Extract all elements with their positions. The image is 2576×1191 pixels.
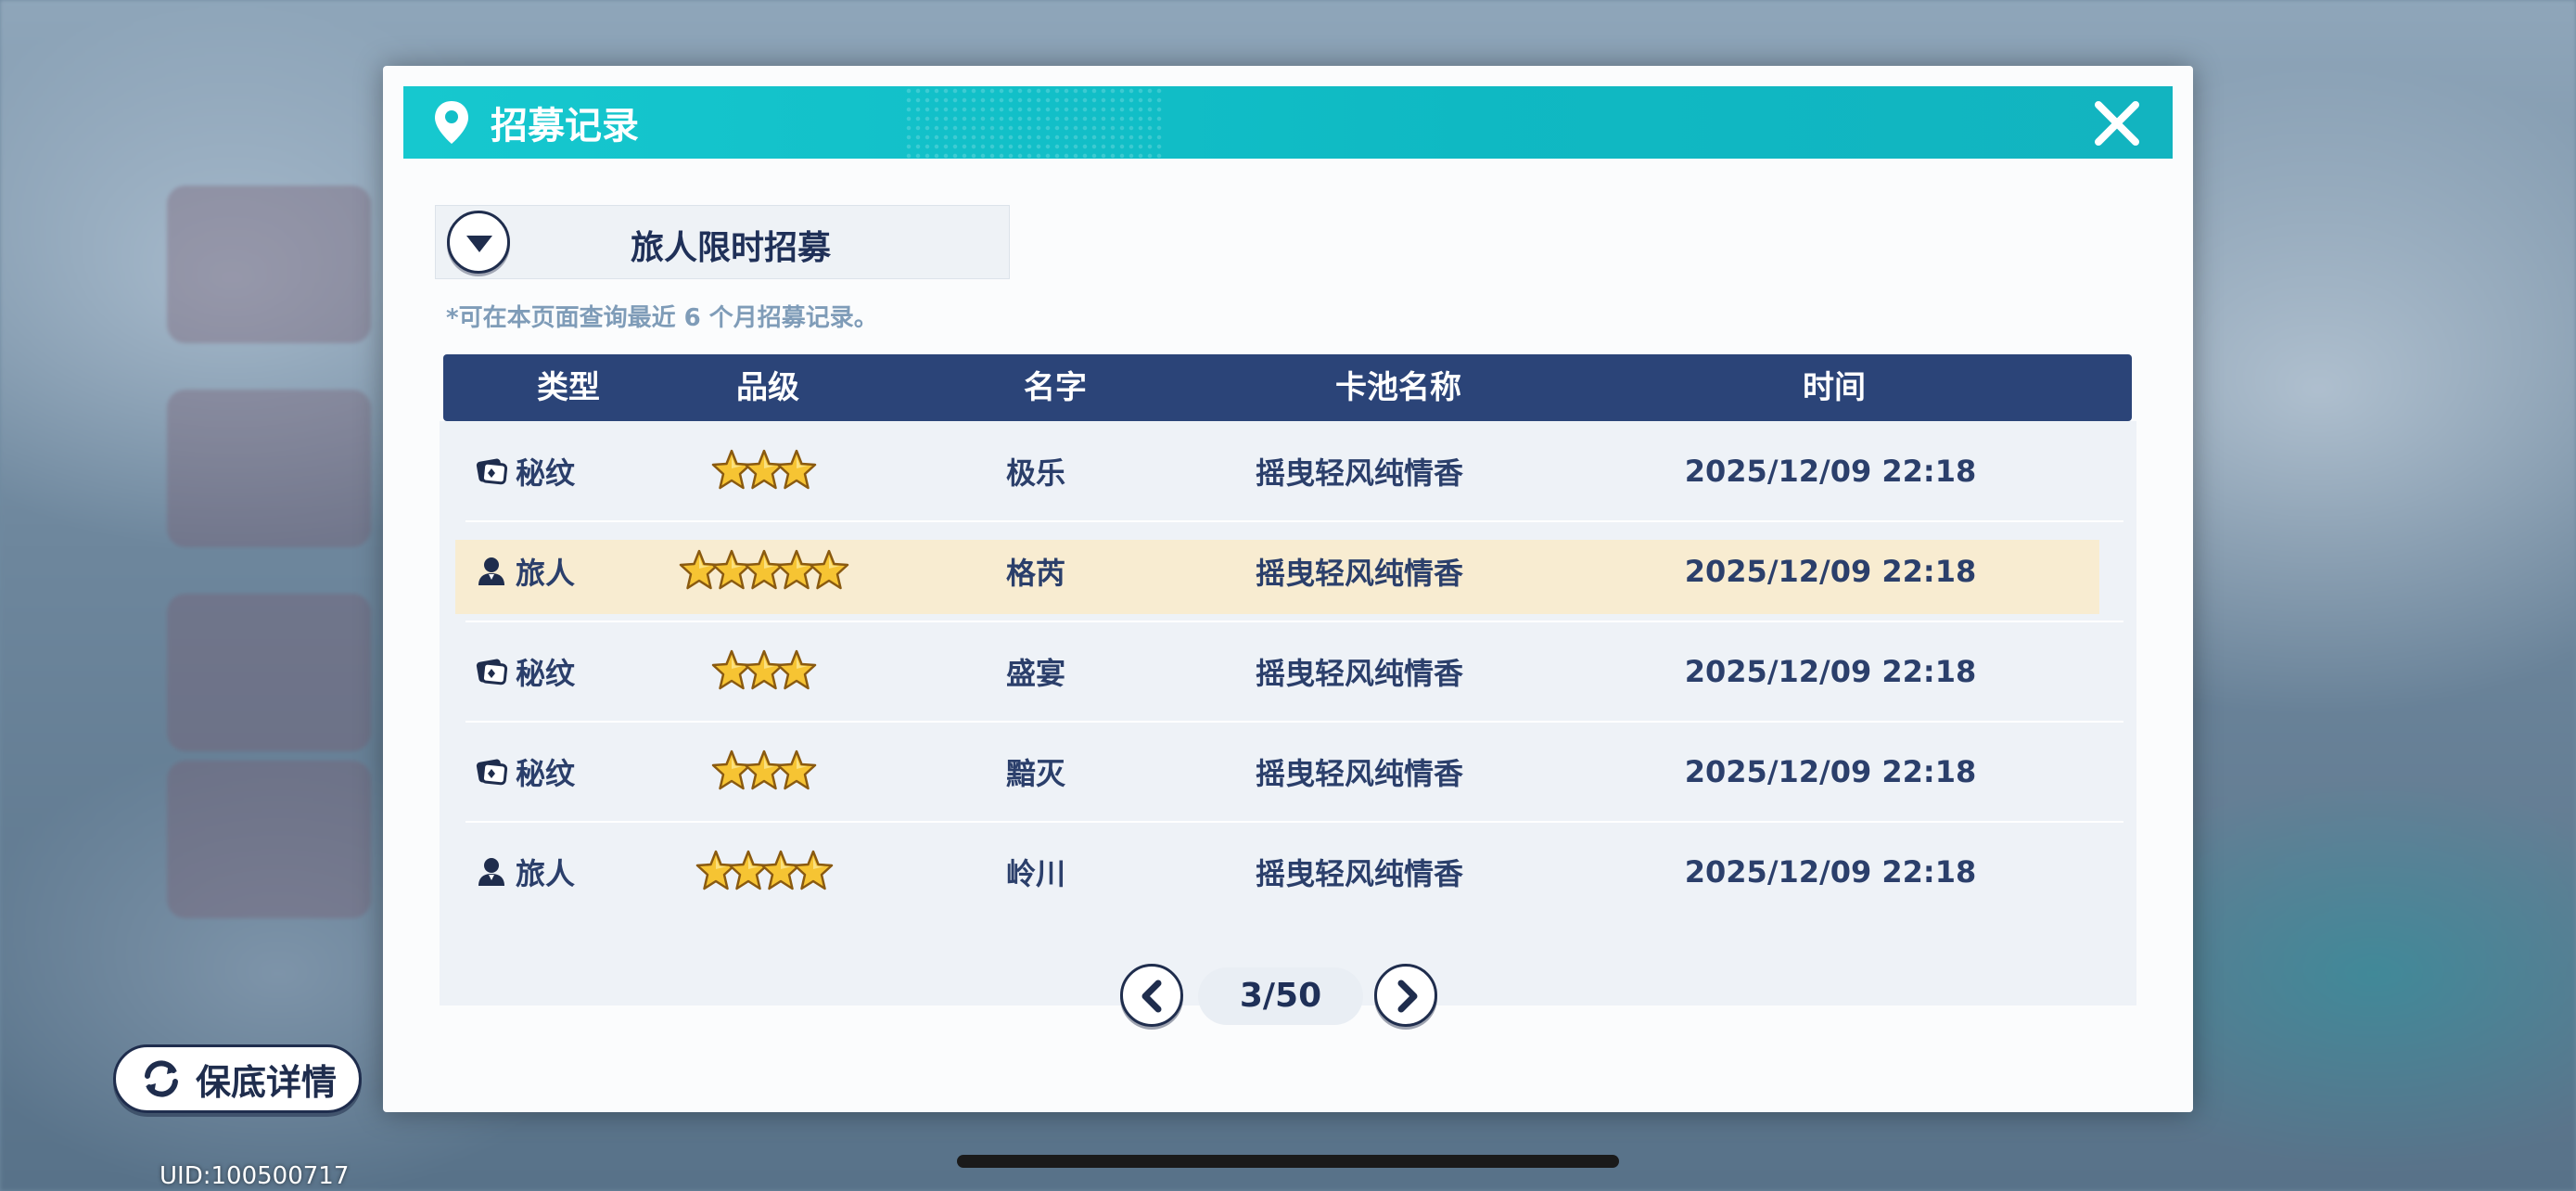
cell-name: 极乐: [1006, 455, 1066, 491]
star-icon: [809, 549, 849, 590]
cell-rank: [625, 822, 903, 922]
cell-time: 2025/12/09 22:18: [1684, 454, 1977, 489]
type-label: 秘纹: [516, 455, 576, 491]
chevron-right-icon: [1397, 980, 1418, 1013]
prev-page-button[interactable]: [1120, 964, 1183, 1027]
cell-rank: [625, 621, 903, 722]
star-rating: [695, 849, 834, 895]
cell-name: 黯灭: [1006, 756, 1066, 791]
cell-type: 秘纹: [475, 722, 605, 822]
rune-card-icon: [475, 755, 508, 788]
col-header-rank: 品级: [736, 369, 799, 406]
home-indicator[interactable]: [957, 1155, 1619, 1168]
next-page-button[interactable]: [1374, 964, 1437, 1027]
close-icon[interactable]: [2091, 97, 2143, 149]
col-header-pool: 卡池名称: [1335, 369, 1461, 406]
table-row: 旅人 岭川 摇曳轻风纯情香 2025/12/09 22:18: [440, 822, 2136, 922]
cell-type: 旅人: [475, 521, 605, 621]
cell-name: 盛宴: [1006, 656, 1066, 691]
type-label: 旅人: [516, 856, 576, 891]
star-rating: [679, 548, 849, 595]
cell-pool: 摇曳轻风纯情香: [1256, 455, 1464, 491]
history-range-note: *可在本页面查询最近 6 个月招募记录。: [446, 304, 878, 332]
pity-details-label: 保底详情: [195, 1061, 337, 1103]
cell-time: 2025/12/09 22:18: [1684, 654, 1977, 689]
pagination: 3/50: [383, 964, 2193, 1038]
table-body: 秘纹 极乐 摇曳轻风纯情香 2025/12/09 22:18 旅人 格芮 摇曳轻风纯情香 20…: [440, 421, 2136, 1005]
cell-rank: [625, 421, 903, 521]
table-row: 秘纹 盛宴 摇曳轻风纯情香 2025/12/09 22:18: [440, 621, 2136, 723]
chevron-down-icon: [466, 236, 492, 252]
modal-header: 招募记录: [403, 86, 2173, 159]
cell-time: 2025/12/09 22:18: [1684, 754, 1977, 789]
cycle-arrows-icon: [144, 1060, 178, 1097]
cell-type: 旅人: [475, 822, 605, 922]
cell-name: 格芮: [1006, 556, 1066, 591]
dropdown-toggle[interactable]: [447, 211, 510, 274]
star-rating: [711, 448, 817, 494]
traveler-person-icon: [475, 555, 508, 588]
table-row: 秘纹 极乐 摇曳轻风纯情香 2025/12/09 22:18: [440, 421, 2136, 522]
star-rating: [711, 648, 817, 695]
star-icon: [776, 449, 817, 490]
cell-rank: [625, 521, 903, 621]
rune-card-icon: [475, 455, 508, 488]
col-header-time: 时间: [1803, 369, 1866, 406]
location-pin-icon: [435, 101, 468, 144]
recruit-history-modal: 招募记录 旅人限时招募 *可在本页面查询最近 6 个月招募记录。 类型 品级 名…: [383, 66, 2193, 1112]
pity-details-button[interactable]: 保底详情: [113, 1044, 362, 1113]
cell-pool: 摇曳轻风纯情香: [1256, 656, 1464, 691]
star-icon: [776, 749, 817, 790]
cell-time: 2025/12/09 22:18: [1684, 854, 1977, 890]
col-header-name: 名字: [1024, 369, 1087, 406]
table-row: 旅人 格芮 摇曳轻风纯情香 2025/12/09 22:18: [440, 521, 2136, 622]
cell-time: 2025/12/09 22:18: [1684, 554, 1977, 589]
cell-rank: [625, 722, 903, 822]
pool-selected-label: 旅人限时招募: [631, 229, 832, 267]
traveler-person-icon: [475, 855, 508, 889]
cell-pool: 摇曳轻风纯情香: [1256, 556, 1464, 591]
table-header: 类型 品级 名字 卡池名称 时间: [443, 354, 2132, 421]
cell-pool: 摇曳轻风纯情香: [1256, 856, 1464, 891]
type-label: 秘纹: [516, 656, 576, 691]
cell-pool: 摇曳轻风纯情香: [1256, 756, 1464, 791]
star-rating: [711, 749, 817, 795]
cell-name: 岭川: [1006, 856, 1066, 891]
type-label: 秘纹: [516, 756, 576, 791]
chevron-left-icon: [1141, 980, 1162, 1013]
star-icon: [776, 649, 817, 690]
modal-title: 招募记录: [491, 105, 639, 147]
type-label: 旅人: [516, 556, 576, 591]
page-indicator: 3/50: [1198, 967, 1363, 1025]
cell-type: 秘纹: [475, 621, 605, 722]
cell-type: 秘纹: [475, 421, 605, 521]
pool-dropdown[interactable]: 旅人限时招募: [435, 205, 1010, 279]
star-icon: [793, 850, 833, 890]
rune-card-icon: [475, 655, 508, 688]
user-uid: UID:100500717: [159, 1162, 350, 1190]
table-row: 秘纹 黯灭 摇曳轻风纯情香 2025/12/09 22:18: [440, 722, 2136, 823]
